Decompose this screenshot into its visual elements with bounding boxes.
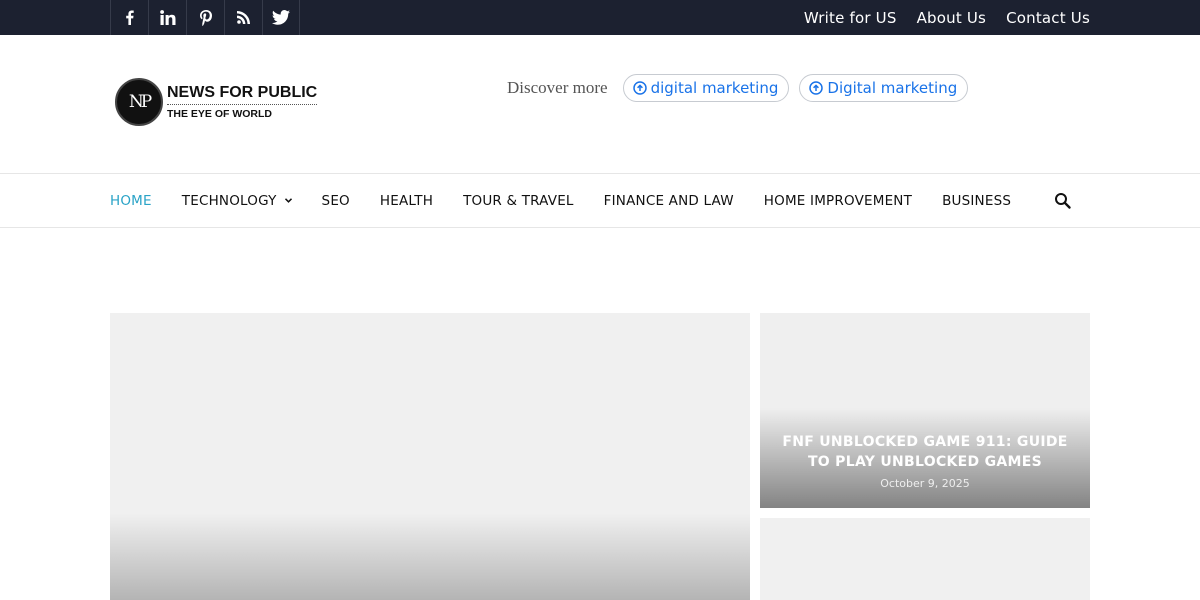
nav-menu: HOME TECHNOLOGY SEO HEALTH TOUR & TRAVEL…	[110, 174, 1041, 227]
nav-item-home-improvement[interactable]: HOME IMPROVEMENT	[764, 193, 912, 209]
linkedin-icon	[159, 10, 175, 25]
rss-icon	[237, 11, 250, 24]
main-nav: HOME TECHNOLOGY SEO HEALTH TOUR & TRAVEL…	[0, 173, 1200, 228]
nav-item-label: TECHNOLOGY	[181, 192, 277, 209]
about-us-link[interactable]: About Us	[917, 9, 987, 27]
image-overlay	[110, 513, 750, 600]
logo-mark: NP	[115, 78, 163, 126]
search-button[interactable]	[1054, 192, 1072, 210]
discover-label: Discover more	[507, 78, 608, 97]
top-links: Write for US About Us Contact Us	[804, 0, 1090, 35]
logo-name: NEWS FOR PUBLIC	[167, 84, 318, 105]
twitter-link[interactable]	[262, 0, 300, 35]
top-bar: Write for US About Us Contact Us	[0, 0, 1200, 35]
nav-item-seo[interactable]: SEO	[322, 193, 350, 209]
search-icon	[1055, 193, 1071, 209]
logo-tagline: THE EYE OF WORLD	[167, 107, 272, 120]
featured-side-post[interactable]: FNF UNBLOCKED GAME 911: GUIDE TO PLAY UN…	[760, 313, 1090, 508]
discover-chip-label: digital marketing	[650, 79, 779, 97]
facebook-link[interactable]	[110, 0, 148, 35]
nav-item-technology[interactable]: TECHNOLOGY	[182, 193, 292, 209]
nav-item-finance-law[interactable]: FINANCE AND LAW	[604, 193, 734, 209]
site-logo[interactable]: NP NEWS FOR PUBLIC THE EYE OF WORLD	[115, 78, 318, 126]
social-links	[110, 0, 300, 35]
circle-arrow-icon	[632, 81, 647, 95]
nav-item-home[interactable]: HOME	[110, 193, 152, 209]
pinterest-icon	[199, 9, 212, 26]
linkedin-link[interactable]	[148, 0, 186, 35]
featured-main-post[interactable]	[110, 313, 750, 600]
write-for-us-link[interactable]: Write for US	[804, 9, 897, 27]
discover-more: Discover more digital marketing Digital …	[507, 74, 978, 102]
circle-arrow-icon	[809, 81, 824, 95]
pinterest-link[interactable]	[186, 0, 224, 35]
nav-item-business[interactable]: BUSINESS	[942, 193, 1011, 209]
logo-text: NEWS FOR PUBLIC THE EYE OF WORLD	[167, 84, 318, 121]
twitter-icon	[272, 10, 290, 25]
post-date: October 9, 2025	[880, 477, 970, 490]
chevron-down-icon	[284, 196, 292, 206]
nav-item-health[interactable]: HEALTH	[380, 193, 433, 209]
featured-side-post-2[interactable]	[760, 518, 1090, 600]
facebook-icon	[126, 10, 134, 25]
rss-link[interactable]	[224, 0, 262, 35]
discover-chip-2[interactable]: Digital marketing	[799, 74, 969, 102]
nav-item-tour-travel[interactable]: TOUR & TRAVEL	[463, 193, 574, 209]
contact-us-link[interactable]: Contact Us	[1006, 9, 1090, 27]
post-title[interactable]: FNF UNBLOCKED GAME 911: GUIDE TO PLAY UN…	[775, 432, 1075, 472]
discover-chip-label: Digital marketing	[827, 79, 958, 97]
discover-chip-1[interactable]: digital marketing	[622, 74, 790, 102]
